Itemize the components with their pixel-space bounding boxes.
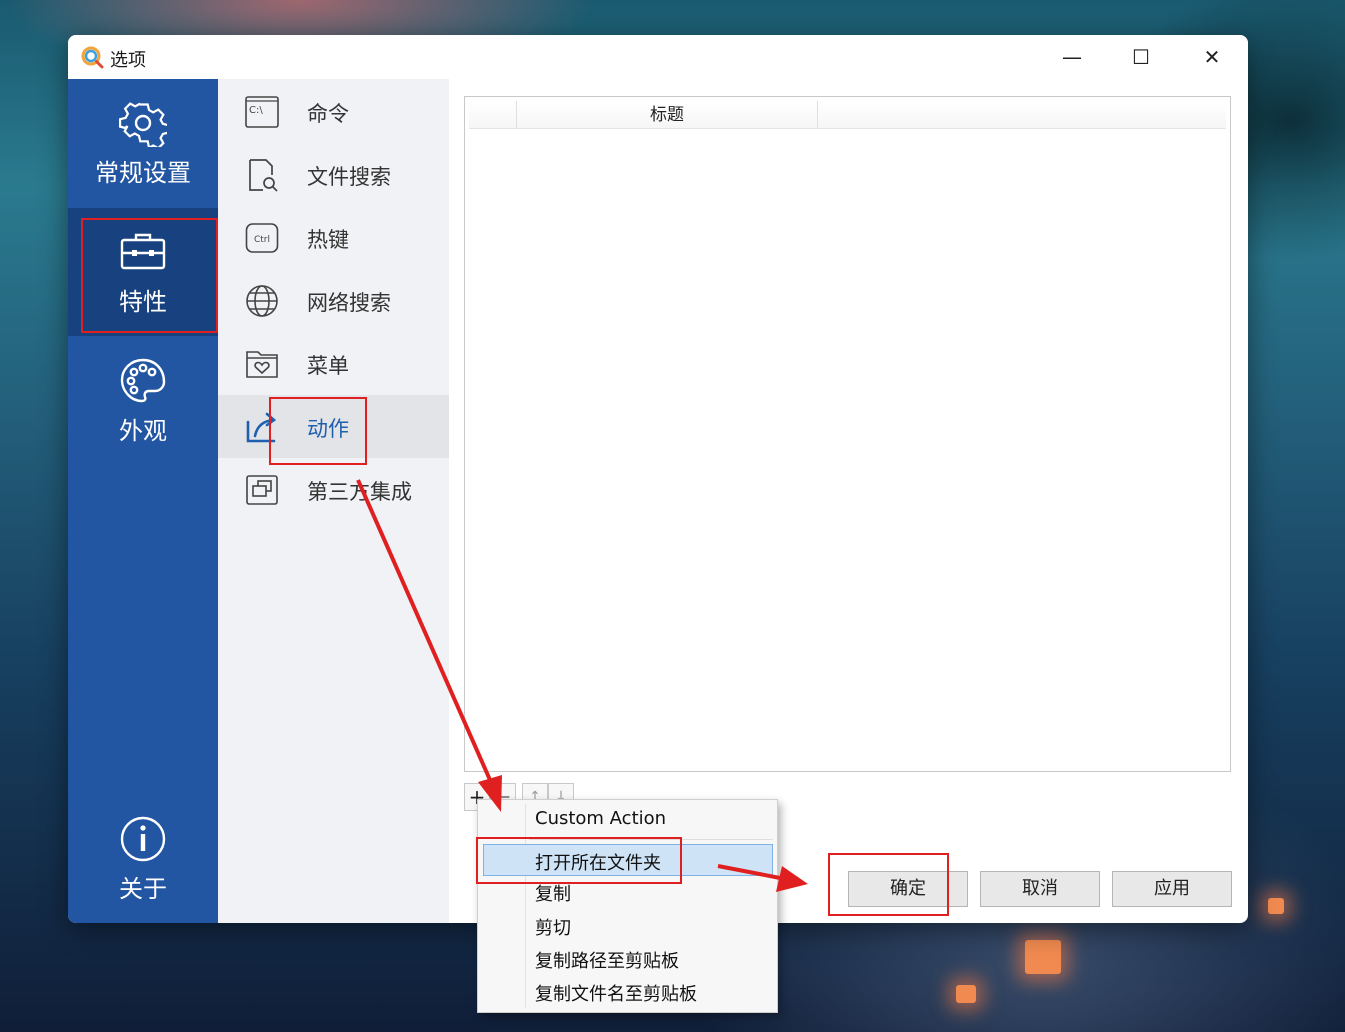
menu-item-custom-action[interactable]: Custom Action bbox=[478, 804, 777, 836]
app-search-icon bbox=[81, 46, 104, 69]
file-search-icon bbox=[249, 159, 278, 192]
close-button[interactable]: ✕ bbox=[1180, 35, 1244, 79]
gear-icon bbox=[119, 102, 167, 147]
subnav-item-label: 命令 bbox=[307, 102, 349, 126]
title-bar: 选项 — ☐ ✕ bbox=[68, 35, 1248, 79]
ctrl-key-icon: Ctrl bbox=[245, 223, 279, 253]
maximize-button[interactable]: ☐ bbox=[1109, 35, 1173, 79]
column-header-title[interactable]: 标题 bbox=[517, 101, 818, 129]
svg-text:Ctrl: Ctrl bbox=[254, 235, 270, 245]
globe-icon bbox=[246, 285, 278, 317]
annotation-box-ok bbox=[828, 853, 949, 916]
annotation-box-action bbox=[269, 397, 367, 465]
actions-list[interactable]: 标题 bbox=[464, 96, 1231, 772]
menu-folder-heart-icon bbox=[246, 351, 278, 378]
menu-item-copy-path[interactable]: 复制路径至剪贴板 bbox=[478, 943, 777, 975]
background-lantern bbox=[1268, 898, 1284, 914]
subnav-item-label: 菜单 bbox=[307, 354, 349, 378]
menu-item-copy-filename[interactable]: 复制文件名至剪贴板 bbox=[478, 976, 777, 1008]
annotation-box-open-folder bbox=[476, 837, 682, 884]
menu-item-label: 复制路径至剪贴板 bbox=[535, 951, 679, 972]
sidebar-item-label: 常规设置 bbox=[95, 159, 191, 187]
subnav-item-label: 第三方集成 bbox=[307, 480, 412, 504]
category-sidebar: 常规设置 特性 外观 关于 bbox=[68, 79, 218, 923]
svg-text:C:\: C:\ bbox=[249, 105, 263, 116]
info-icon bbox=[120, 816, 166, 862]
sidebar-item-label: 关于 bbox=[119, 875, 167, 903]
window-title: 选项 bbox=[110, 50, 146, 71]
subnav-item-file-search[interactable]: 文件搜索 bbox=[218, 143, 449, 206]
subnav-item-label: 热键 bbox=[307, 228, 349, 252]
palette-icon bbox=[120, 358, 166, 403]
header-cell bbox=[469, 101, 517, 129]
minimize-button[interactable]: — bbox=[1040, 35, 1104, 79]
sidebar-item-label: 外观 bbox=[119, 417, 167, 445]
cancel-button[interactable]: 取消 bbox=[980, 871, 1100, 907]
menu-item-cut[interactable]: 剪切 bbox=[478, 910, 777, 942]
menu-item-label: 剪切 bbox=[535, 918, 571, 939]
background-lantern bbox=[1025, 940, 1061, 974]
sidebar-item-appearance[interactable]: 外观 bbox=[68, 337, 218, 465]
subnav-item-hotkey[interactable]: Ctrl 热键 bbox=[218, 206, 449, 269]
add-action-context-menu: Custom Action 打开所在文件夹 复制 剪切 复制路径至剪贴板 复制文… bbox=[477, 799, 778, 1013]
annotation-box-features bbox=[81, 218, 218, 333]
subnav-item-label: 网络搜索 bbox=[307, 291, 391, 315]
options-window: 选项 — ☐ ✕ 常规设置 特性 外观 关于 C:\ 命令 文件搜索 Ctrl … bbox=[68, 35, 1248, 923]
subnav-item-menu[interactable]: 菜单 bbox=[218, 332, 449, 395]
subnav-item-command[interactable]: C:\ 命令 bbox=[218, 80, 449, 143]
background-lantern bbox=[956, 985, 976, 1003]
list-header: 标题 bbox=[469, 101, 1226, 129]
sidebar-item-general[interactable]: 常规设置 bbox=[68, 79, 218, 207]
subnav-item-third-party[interactable]: 第三方集成 bbox=[218, 458, 449, 521]
subnav-item-label: 文件搜索 bbox=[307, 165, 391, 189]
apply-button[interactable]: 应用 bbox=[1112, 871, 1232, 907]
menu-item-label: 复制文件名至剪贴板 bbox=[535, 984, 697, 1005]
integration-windows-icon bbox=[246, 475, 278, 505]
feature-subnav: C:\ 命令 文件搜索 Ctrl 热键 网络搜索 菜单 动作 第三方集成 bbox=[218, 79, 449, 923]
subnav-item-web-search[interactable]: 网络搜索 bbox=[218, 269, 449, 332]
command-prompt-icon: C:\ bbox=[245, 96, 279, 128]
menu-item-label: Custom Action bbox=[535, 808, 667, 829]
sidebar-item-about[interactable]: 关于 bbox=[68, 795, 218, 923]
